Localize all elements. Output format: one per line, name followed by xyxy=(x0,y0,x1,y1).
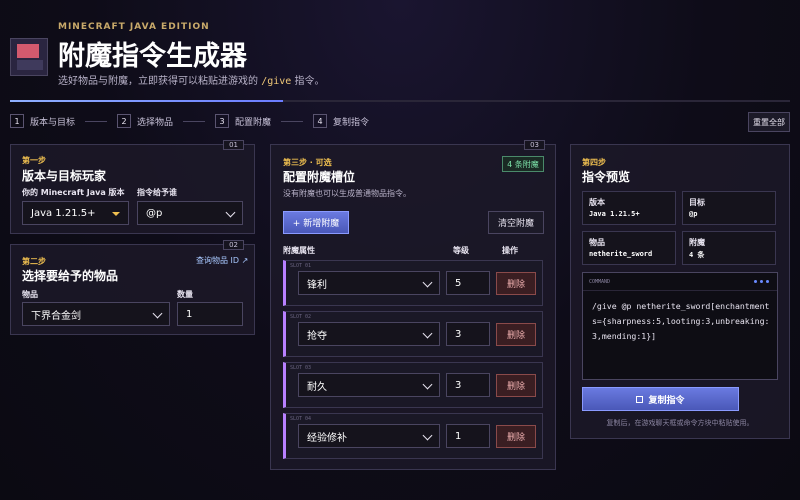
step-number: 1 xyxy=(10,114,24,128)
item-info: 物品 netherite_sword xyxy=(582,231,676,265)
chevron-down-icon xyxy=(422,277,433,288)
delete-slot-button[interactable]: 删除 xyxy=(496,425,536,448)
command-box: COMMAND /give @p netherite_sword[enchant… xyxy=(582,272,778,380)
slot-id: SLOT 02 xyxy=(290,314,312,320)
delete-slot-button[interactable]: 删除 xyxy=(496,272,536,295)
step-label: 选择物品 xyxy=(137,117,174,128)
preview-title: 指令预览 xyxy=(582,170,631,184)
enchant-select[interactable]: 经验修补 xyxy=(298,424,440,448)
enchant-slot: SLOT 04 经验修补 1 删除 xyxy=(283,413,543,459)
step-three-label: 第三步 · 可选 xyxy=(283,158,332,167)
command-caption: COMMAND xyxy=(589,279,611,285)
progress-fill xyxy=(10,100,283,102)
enchant-select[interactable]: 锋利 xyxy=(298,271,440,295)
target-select[interactable]: @p xyxy=(137,201,243,225)
page-subtitle: 选好物品与附魔，立即获得可以粘贴进游戏的 /give 指令。 xyxy=(58,76,325,87)
clear-enchant-button[interactable]: 清空附魔 xyxy=(488,211,544,234)
command-text[interactable]: /give @p netherite_sword[enchantments={s… xyxy=(592,299,774,344)
enchant-slot: SLOT 02 抢夺 3 删除 xyxy=(283,311,543,357)
level-input[interactable]: 3 xyxy=(446,373,490,397)
dropdown-triangle-icon xyxy=(112,212,120,216)
copy-icon xyxy=(636,395,644,403)
delete-slot-button[interactable]: 删除 xyxy=(496,323,536,346)
chevron-down-icon xyxy=(225,207,236,218)
enchant-count-badge: 4 条附魔 xyxy=(502,156,544,172)
panel-tag: 02 xyxy=(223,240,244,250)
enchant-desc: 没有附魔也可以生成普通物品指令。 xyxy=(283,189,411,198)
version-select[interactable]: Java 1.21.5+ xyxy=(22,201,129,225)
step-2[interactable]: 2 选择物品 xyxy=(117,114,215,128)
step-number: 4 xyxy=(313,114,328,128)
version-target-title: 版本与目标玩家 xyxy=(22,169,107,183)
step-two-label: 第二步 xyxy=(22,257,46,266)
step-4[interactable]: 4 复制指令 xyxy=(313,114,369,128)
progress-bar xyxy=(10,100,790,102)
copy-command-button[interactable]: 复制指令 xyxy=(582,387,739,411)
item-panel-title: 选择要给予的物品 xyxy=(22,269,119,283)
chevron-down-icon xyxy=(422,379,433,390)
step-label: 版本与目标 xyxy=(30,117,76,128)
step-1[interactable]: 1 版本与目标 xyxy=(10,114,117,128)
quantity-input[interactable]: 1 xyxy=(177,302,243,326)
slot-id: SLOT 04 xyxy=(290,416,312,422)
enchant-slot: SLOT 01 锋利 5 删除 xyxy=(283,260,543,306)
step-label: 复制指令 xyxy=(333,117,370,128)
step-nav: 1 版本与目标 2 选择物品 3 配置附魔 4 复制指令 xyxy=(10,114,369,128)
copy-hint: 复制后，在游戏聊天框或命令方块中粘贴使用。 xyxy=(606,419,754,427)
level-input[interactable]: 5 xyxy=(446,271,490,295)
page-title: 附魔指令生成器 xyxy=(58,41,247,72)
target-label: 指令给予谁 xyxy=(137,188,177,197)
panel-tag: 01 xyxy=(223,140,244,150)
step-3[interactable]: 3 配置附魔 xyxy=(215,114,313,128)
step-four-label: 第四步 xyxy=(582,158,606,167)
chevron-down-icon xyxy=(422,430,433,441)
lookup-item-id-link[interactable]: 查询物品 ID ↗ xyxy=(196,255,248,266)
app-logo xyxy=(10,38,48,76)
item-select[interactable]: 下界合金剑 xyxy=(22,302,170,326)
version-info: 版本 Java 1.21.5+ xyxy=(582,191,676,225)
panel-tag: 03 xyxy=(524,140,545,150)
enchant-select[interactable]: 耐久 xyxy=(298,373,440,397)
col-action-header: 操作 xyxy=(502,246,518,255)
quantity-label: 数量 xyxy=(177,290,193,299)
reset-all-button[interactable]: 重置全部 xyxy=(748,112,790,132)
enchant-info: 附魔 4 条 xyxy=(682,231,776,265)
enchant-select[interactable]: 抢夺 xyxy=(298,322,440,346)
step-number: 2 xyxy=(117,114,132,128)
slot-id: SLOT 01 xyxy=(290,263,312,269)
col-attr-header: 附魔属性 xyxy=(283,246,315,255)
chevron-down-icon xyxy=(152,308,163,319)
step-label: 配置附魔 xyxy=(235,117,272,128)
item-label: 物品 xyxy=(22,290,38,299)
level-input[interactable]: 3 xyxy=(446,322,490,346)
step-number: 3 xyxy=(215,114,230,128)
enchant-panel-title: 配置附魔槽位 xyxy=(283,170,356,184)
enchant-slot: SLOT 03 耐久 3 删除 xyxy=(283,362,543,408)
window-dots-icon xyxy=(754,280,769,283)
chevron-down-icon xyxy=(422,328,433,339)
version-label: 你的 Minecraft Java 版本 xyxy=(22,188,125,197)
col-level-header: 等级 xyxy=(453,246,469,255)
target-info: 目标 @p xyxy=(682,191,776,225)
step-one-label: 第一步 xyxy=(22,156,46,165)
delete-slot-button[interactable]: 删除 xyxy=(496,374,536,397)
add-enchant-button[interactable]: + 新增附魔 xyxy=(283,211,349,234)
slot-id: SLOT 03 xyxy=(290,365,312,371)
edition-label: MINECRAFT JAVA EDITION xyxy=(58,22,210,32)
level-input[interactable]: 1 xyxy=(446,424,490,448)
